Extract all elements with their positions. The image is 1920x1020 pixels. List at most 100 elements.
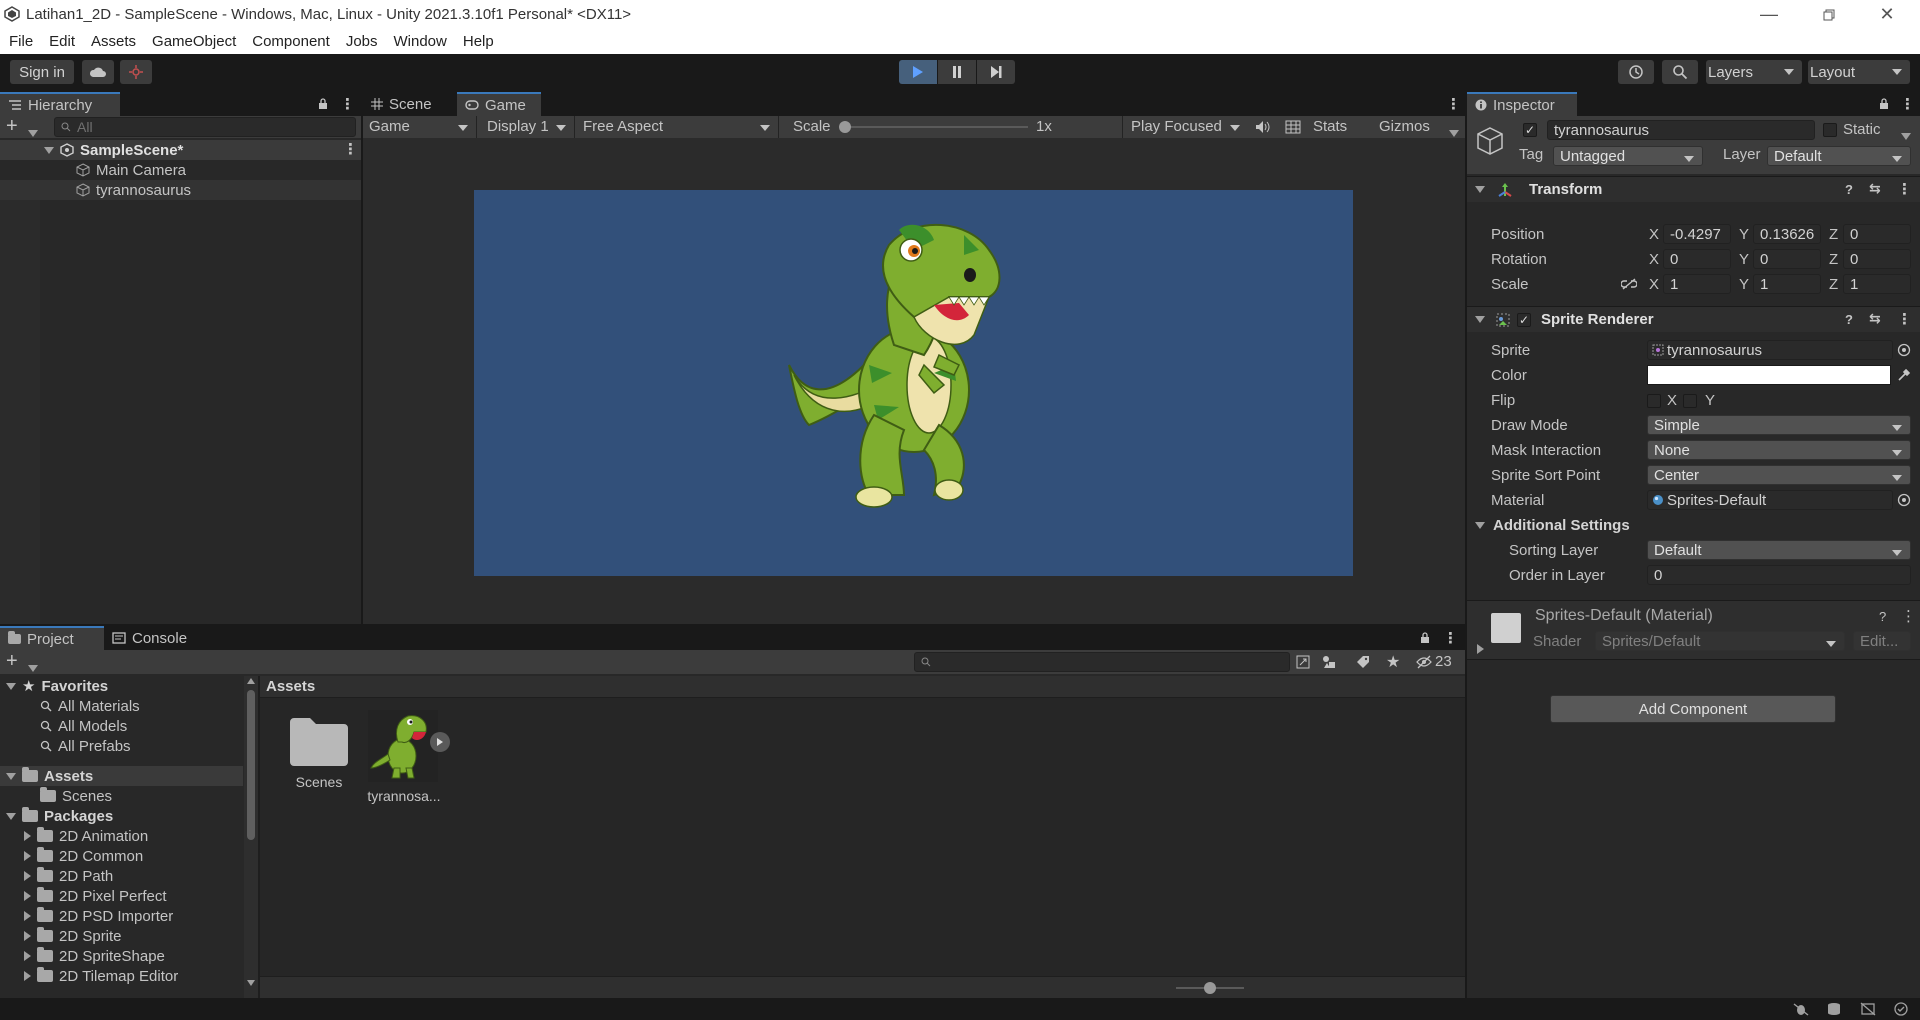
stats-button[interactable]: Stats	[1313, 118, 1347, 135]
pause-button[interactable]	[938, 60, 976, 84]
favorite-all-prefabs[interactable]: All Prefabs	[40, 736, 131, 756]
menu-assets[interactable]: Assets	[83, 29, 144, 54]
menu-help[interactable]: Help	[455, 29, 502, 54]
constrain-proportions-icon[interactable]	[1621, 277, 1637, 291]
hierarchy-item-main-camera[interactable]: Main Camera	[76, 160, 186, 180]
expand-icon[interactable]	[24, 931, 31, 941]
tree-scrollbar[interactable]	[244, 676, 258, 998]
play-preview-icon[interactable]	[430, 732, 450, 752]
expand-icon[interactable]	[24, 971, 31, 981]
step-button[interactable]	[977, 60, 1015, 84]
package-2d-path[interactable]: 2D Path	[24, 866, 113, 886]
preset-icon[interactable]: ⇆	[1869, 180, 1881, 197]
layers-dropdown[interactable]: Layers	[1706, 60, 1802, 84]
sprite-renderer-header[interactable]: ✓ Sprite Renderer ? ⇆ ⋮	[1467, 306, 1920, 332]
order-in-layer-input[interactable]: 0	[1647, 565, 1911, 585]
static-dropdown-icon[interactable]	[1901, 127, 1911, 144]
package-2d-sprite[interactable]: 2D Sprite	[24, 926, 122, 946]
add-dropdown-icon[interactable]	[28, 124, 38, 141]
package-2d-spriteshape[interactable]: 2D SpriteShape	[24, 946, 165, 966]
scale-x-input[interactable]: 1	[1663, 274, 1731, 294]
additional-expand-icon[interactable]	[1475, 522, 1485, 529]
tab-console[interactable]: Console	[104, 626, 208, 650]
expand-icon[interactable]	[44, 146, 54, 154]
transform-header[interactable]: Transform ? ⇆ ⋮	[1467, 176, 1920, 202]
additional-settings-foldout[interactable]: Additional Settings	[1475, 517, 1630, 534]
display-dropdown[interactable]: Display 1	[477, 116, 575, 138]
position-y-input[interactable]: 0.13626	[1753, 224, 1821, 244]
draw-mode-dropdown[interactable]: Simple	[1647, 415, 1911, 435]
static-checkbox[interactable]	[1823, 123, 1837, 137]
scroll-thumb[interactable]	[247, 690, 255, 840]
flip-y-checkbox[interactable]	[1683, 394, 1697, 408]
help-icon[interactable]: ?	[1879, 609, 1886, 624]
packages-expand-icon[interactable]	[6, 812, 16, 820]
aspect-grid-icon[interactable]	[1285, 120, 1301, 134]
menu-edit[interactable]: Edit	[41, 29, 83, 54]
material-expand-icon[interactable]	[1477, 641, 1484, 658]
scale-z-input[interactable]: 1	[1843, 274, 1911, 294]
layout-dropdown[interactable]: Layout	[1808, 60, 1910, 84]
color-swatch[interactable]	[1647, 365, 1891, 385]
help-icon[interactable]: ?	[1845, 312, 1853, 327]
inspector-more-icon[interactable]: ⋮	[1900, 95, 1915, 113]
project-more-icon[interactable]: ⋮	[1443, 629, 1458, 647]
gizmos-button[interactable]: Gizmos	[1379, 118, 1430, 135]
packages-folder[interactable]: Packages	[6, 806, 113, 826]
scale-slider-thumb[interactable]	[839, 121, 851, 133]
sprite-renderer-enabled-checkbox[interactable]: ✓	[1517, 312, 1531, 327]
close-icon[interactable]: ✕	[1864, 0, 1910, 29]
project-lock-icon[interactable]	[1420, 632, 1430, 644]
expand-icon[interactable]	[24, 911, 31, 921]
filter-type-icon[interactable]	[1322, 655, 1336, 669]
preset-icon[interactable]: ⇆	[1869, 310, 1881, 327]
sprite-renderer-expand-icon[interactable]	[1475, 316, 1485, 323]
hierarchy-search-input[interactable]: All	[54, 117, 356, 137]
game-canvas[interactable]	[474, 190, 1353, 576]
scroll-down-icon[interactable]	[247, 980, 255, 986]
add-component-button[interactable]: Add Component	[1550, 695, 1836, 723]
cache-server-icon[interactable]	[1826, 1002, 1842, 1016]
game-mode-dropdown[interactable]: Game	[363, 116, 477, 138]
material-field[interactable]: Sprites-Default	[1647, 490, 1893, 510]
rotation-z-input[interactable]: 0	[1843, 249, 1911, 269]
object-picker-icon[interactable]	[1897, 343, 1911, 357]
minimize-icon[interactable]: —	[1746, 0, 1792, 29]
package-2d-psd-importer[interactable]: 2D PSD Importer	[24, 906, 173, 926]
menu-component[interactable]: Component	[244, 29, 338, 54]
sign-in-button[interactable]: Sign in	[10, 60, 74, 84]
tab-hierarchy[interactable]: Hierarchy	[0, 92, 120, 116]
rotation-y-input[interactable]: 0	[1753, 249, 1821, 269]
zoom-slider-thumb[interactable]	[1204, 982, 1216, 994]
breadcrumb-assets[interactable]: Assets	[266, 678, 315, 695]
tab-project[interactable]: Project	[0, 626, 104, 650]
asset-tyrannosaurus[interactable]: tyrannosa...	[367, 710, 450, 804]
sort-point-dropdown[interactable]: Center	[1647, 465, 1911, 485]
help-icon[interactable]: ?	[1845, 182, 1853, 197]
component-menu-icon[interactable]: ⋮	[1897, 180, 1912, 198]
expand-icon[interactable]	[24, 891, 31, 901]
shader-dropdown[interactable]: Sprites/Default	[1595, 631, 1845, 651]
tab-game[interactable]: Game	[457, 92, 541, 116]
auto-generate-lighting-icon[interactable]	[1860, 1002, 1876, 1016]
component-menu-icon[interactable]: ⋮	[1897, 310, 1912, 328]
game-more-icon[interactable]: ⋮	[1446, 95, 1461, 113]
inspector-lock-icon[interactable]	[1879, 98, 1889, 110]
package-2d-tilemap-editor[interactable]: 2D Tilemap Editor	[24, 966, 178, 986]
play-button[interactable]	[899, 60, 937, 84]
play-focus-dropdown[interactable]: Play Focused	[1122, 116, 1248, 138]
collab-icon[interactable]	[120, 60, 152, 84]
package-2d-animation[interactable]: 2D Animation	[24, 826, 148, 846]
asset-scenes-folder[interactable]: Scenes	[282, 712, 356, 798]
layer-dropdown[interactable]: Default	[1767, 146, 1911, 166]
flip-x-checkbox[interactable]	[1647, 394, 1661, 408]
object-picker-icon[interactable]	[1897, 493, 1911, 507]
tag-dropdown[interactable]: Untagged	[1553, 146, 1703, 166]
project-search-input[interactable]	[914, 652, 1290, 672]
hierarchy-item-tyrannosaurus[interactable]: tyrannosaurus	[76, 180, 191, 200]
expand-icon[interactable]	[24, 951, 31, 961]
menu-window[interactable]: Window	[386, 29, 455, 54]
restore-icon[interactable]	[1806, 0, 1852, 29]
lock-icon[interactable]	[318, 98, 328, 110]
mask-interaction-dropdown[interactable]: None	[1647, 440, 1911, 460]
